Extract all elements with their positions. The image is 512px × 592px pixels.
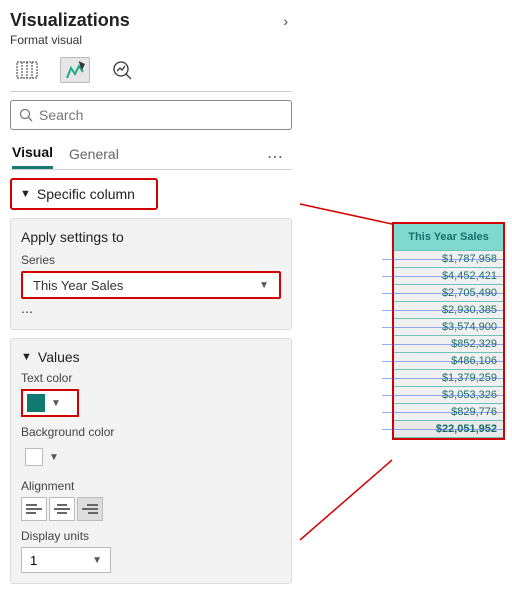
text-color-picker[interactable]: ▼ [21, 389, 79, 417]
series-more-icon[interactable]: ⋯ [21, 305, 281, 319]
table-row: $486,106 [394, 353, 503, 370]
display-units-label: Display units [21, 529, 281, 543]
values-label: Values [38, 349, 80, 365]
tab-general[interactable]: General [69, 146, 119, 168]
table-row: $3,053,326 [394, 387, 503, 404]
tabs-more-icon[interactable]: ⋯ [267, 147, 284, 167]
chevron-down-icon: ▼ [259, 280, 269, 291]
search-icon [19, 108, 33, 122]
tab-visual[interactable]: Visual [12, 144, 53, 169]
panel-subtitle: Format visual [6, 33, 296, 53]
specific-column-label: Specific column [37, 186, 135, 202]
values-card: ▼ Values Text color ▼ Background color ▼… [10, 338, 292, 584]
section-values[interactable]: ▼ Values [21, 349, 281, 365]
align-center-button[interactable] [49, 497, 75, 521]
display-units-dropdown[interactable]: 1 ▼ [21, 547, 111, 573]
series-label: Series [21, 253, 281, 267]
series-dropdown[interactable]: This Year Sales ▼ [21, 271, 281, 299]
table-header: This Year Sales [394, 224, 503, 251]
table-row: $2,705,490 [394, 285, 503, 302]
align-right-button[interactable] [77, 497, 103, 521]
search-input[interactable] [10, 100, 292, 130]
table-row: $3,574,900 [394, 319, 503, 336]
chevron-down-icon: ▼ [92, 555, 102, 566]
table-row: $2,930,385 [394, 302, 503, 319]
divider [10, 169, 292, 170]
build-visual-icon[interactable] [12, 57, 42, 83]
chevron-down-icon: ▼ [49, 452, 59, 463]
chevron-down-icon: ▼ [20, 188, 31, 200]
analytics-icon[interactable] [108, 57, 138, 83]
table-row: $852,329 [394, 336, 503, 353]
align-left-button[interactable] [21, 497, 47, 521]
series-value: This Year Sales [33, 278, 123, 293]
search-field[interactable] [39, 107, 283, 123]
table-row: $1,379,259 [394, 370, 503, 387]
table-row: $1,787,958 [394, 251, 503, 268]
alignment-label: Alignment [21, 479, 281, 493]
format-visual-icon[interactable] [60, 57, 90, 83]
table-preview: This Year Sales $1,787,958$4,452,421$2,7… [392, 222, 505, 440]
collapse-panel-icon[interactable]: › [283, 13, 288, 29]
background-color-swatch [25, 448, 43, 466]
section-specific-column[interactable]: ▼ Specific column [10, 178, 158, 210]
apply-settings-title: Apply settings to [21, 229, 281, 245]
display-units-value: 1 [30, 553, 37, 568]
chevron-down-icon: ▼ [21, 351, 32, 363]
background-color-picker[interactable]: ▼ [21, 443, 79, 471]
text-color-label: Text color [21, 371, 281, 385]
chevron-down-icon: ▼ [51, 398, 61, 409]
background-color-label: Background color [21, 425, 281, 439]
table-row: $4,452,421 [394, 268, 503, 285]
panel-title: Visualizations [10, 10, 130, 31]
apply-settings-card: Apply settings to Series This Year Sales… [10, 218, 292, 330]
table-total: $22,051,952 [394, 421, 503, 438]
text-color-swatch [27, 394, 45, 412]
divider [10, 91, 292, 92]
table-row: $829,776 [394, 404, 503, 421]
